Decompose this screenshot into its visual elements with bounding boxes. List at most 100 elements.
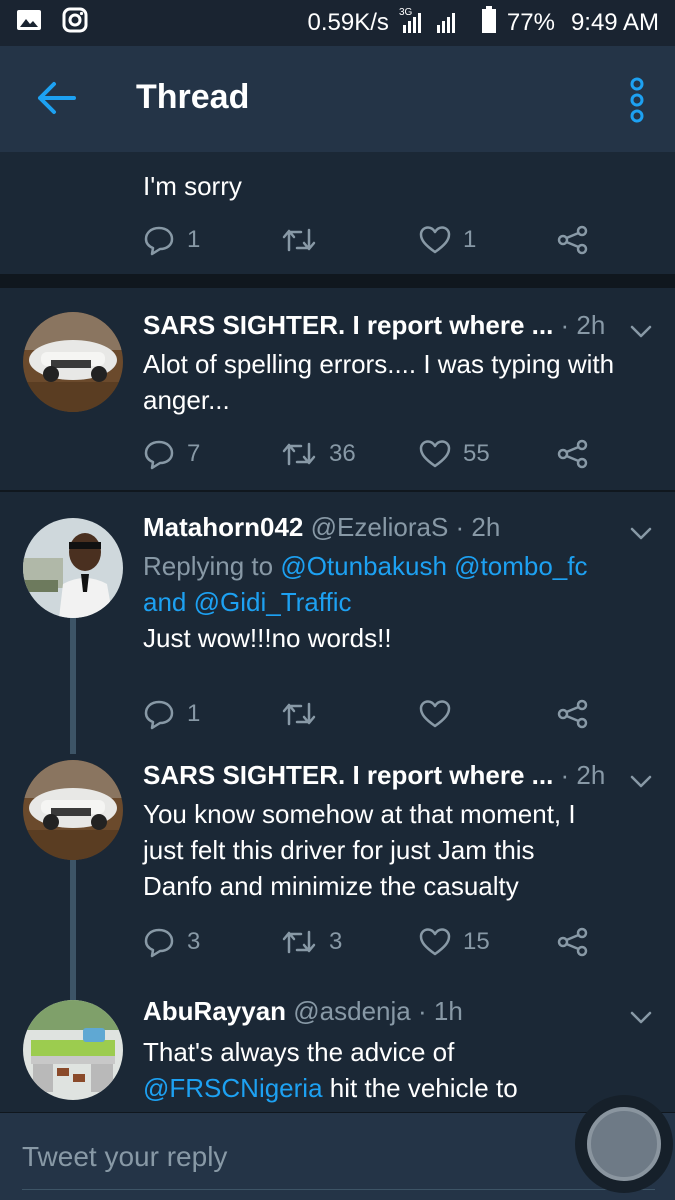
reply-count: 1 (187, 700, 201, 727)
reply-button[interactable]: 1 (143, 220, 200, 260)
tweet-item[interactable]: AbuRayyan @asdenja · 1h That's always th… (0, 996, 675, 1112)
retweet-icon (282, 228, 316, 252)
retweet-count: 3 (329, 928, 343, 955)
tweet-text: You know somehow at that moment, I just … (143, 799, 576, 901)
tweet-header: SARS SIGHTER. I report where ... · 2h (143, 310, 605, 341)
share-icon (557, 225, 588, 255)
tweet-item[interactable]: SARS SIGHTER. I report where ... · 2h Yo… (0, 750, 675, 996)
battery-icon (481, 5, 497, 41)
mention-link[interactable]: @Otunbakush (280, 551, 447, 581)
share-button[interactable] (557, 922, 589, 962)
retweet-button[interactable]: 36 (281, 434, 356, 474)
reply-icon (144, 440, 174, 470)
mention-link[interactable]: and (143, 587, 186, 617)
heart-icon (419, 440, 451, 468)
reply-button[interactable]: 3 (143, 922, 200, 962)
clock: 9:49 AM (570, 9, 659, 36)
like-button[interactable]: 1 (419, 220, 476, 260)
network-speed: 0.59K/s (307, 9, 389, 36)
tweet-actions: 3 3 15 (143, 922, 603, 962)
like-button[interactable]: 55 (419, 434, 490, 474)
image-icon (16, 8, 42, 39)
overflow-menu-button[interactable] (623, 72, 651, 128)
tweet-time: · 1h (418, 996, 463, 1026)
retweet-button[interactable]: 3 (281, 922, 342, 962)
heart-icon (419, 226, 451, 254)
avatar[interactable] (23, 518, 123, 618)
user-handle[interactable]: @asdenja (293, 996, 410, 1026)
app-bar: Thread (0, 46, 675, 152)
retweet-icon (282, 930, 316, 954)
input-underline (22, 1189, 655, 1190)
mention-link[interactable]: @Gidi_Traffic (194, 587, 352, 617)
share-button[interactable] (557, 220, 589, 260)
floating-action-button[interactable] (587, 1107, 661, 1181)
share-button[interactable] (557, 694, 589, 734)
mention-link[interactable]: @FRSCNigeria (143, 1073, 323, 1103)
share-icon (557, 439, 588, 469)
page-title: Thread (136, 78, 250, 116)
battery-percent: 77% (506, 9, 555, 36)
instagram-icon (62, 7, 88, 40)
display-name[interactable]: SARS SIGHTER. I report where ... (143, 760, 553, 790)
user-handle[interactable]: @EzelioraS (311, 512, 449, 542)
reply-input[interactable]: Tweet your reply (22, 1141, 227, 1173)
tweet-item[interactable]: I'm sorry 1 1 (0, 152, 675, 274)
reply-count: 1 (187, 226, 201, 253)
chevron-down-icon[interactable] (629, 526, 653, 542)
status-bar: 0.59K/s 3G 77% 9:49 AM (0, 0, 675, 46)
tweet-text: Alot of spelling errors.... I was typing… (143, 349, 615, 415)
section-divider (0, 274, 675, 288)
tweet-text: That's always the advice of @FRSCNigeria… (143, 1037, 518, 1103)
tweet-text: Just wow!!!no words!! (143, 623, 392, 653)
chevron-down-icon[interactable] (629, 774, 653, 790)
tweet-actions: 1 1 (143, 220, 603, 260)
reply-icon (144, 928, 174, 958)
tweet-item[interactable]: Matahorn042 @EzelioraS · 2h Replying to … (0, 492, 675, 750)
chevron-down-icon[interactable] (629, 1010, 653, 1026)
heart-icon (419, 700, 451, 728)
svg-text:3G: 3G (399, 7, 413, 18)
share-button[interactable] (557, 434, 589, 474)
reply-count: 7 (187, 440, 201, 467)
tweet-time: · 2h (560, 310, 606, 340)
tweet-time: · 2h (560, 760, 606, 790)
replying-to: Replying to @Otunbakush @tombo_fc and @G… (143, 551, 588, 617)
avatar[interactable] (23, 1000, 123, 1100)
like-button[interactable] (419, 694, 463, 734)
chevron-down-icon[interactable] (629, 324, 653, 340)
retweet-button[interactable] (281, 694, 329, 734)
back-button[interactable] (30, 76, 82, 120)
like-count: 55 (463, 440, 490, 467)
mention-link[interactable]: @tombo_fc (454, 551, 587, 581)
display-name[interactable]: Matahorn042 (143, 512, 303, 542)
display-name[interactable]: AbuRayyan (143, 996, 286, 1026)
thread-timeline[interactable]: I'm sorry 1 1 SARS SIGHTER. I report whe… (0, 152, 675, 1112)
heart-icon (419, 928, 451, 956)
arrow-left-icon (38, 82, 76, 114)
share-icon (557, 699, 588, 729)
retweet-icon (282, 442, 316, 466)
tweet-actions: 1 (143, 694, 603, 734)
reply-count: 3 (187, 928, 201, 955)
avatar[interactable] (23, 312, 123, 412)
tweet-actions: 7 36 55 (143, 434, 603, 474)
like-button[interactable]: 15 (419, 922, 490, 962)
overflow-menu-icon (630, 77, 644, 123)
tweet-header: Matahorn042 @EzelioraS · 2h (143, 512, 500, 543)
tweet-item[interactable]: SARS SIGHTER. I report where ... · 2h Al… (0, 288, 675, 490)
reply-button[interactable]: 1 (143, 694, 200, 734)
reply-button[interactable]: 7 (143, 434, 200, 474)
like-count: 15 (463, 928, 490, 955)
tweet-header: SARS SIGHTER. I report where ... · 2h (143, 760, 605, 791)
like-count: 1 (463, 226, 477, 253)
avatar[interactable] (23, 760, 123, 860)
display-name[interactable]: SARS SIGHTER. I report where ... (143, 310, 553, 340)
retweet-icon (282, 702, 316, 726)
reply-icon (144, 700, 174, 730)
tweet-text: I'm sorry (143, 171, 242, 201)
share-icon (557, 927, 588, 957)
retweet-button[interactable] (281, 220, 329, 260)
reply-composer: Tweet your reply (0, 1095, 675, 1200)
reply-icon (144, 226, 174, 256)
